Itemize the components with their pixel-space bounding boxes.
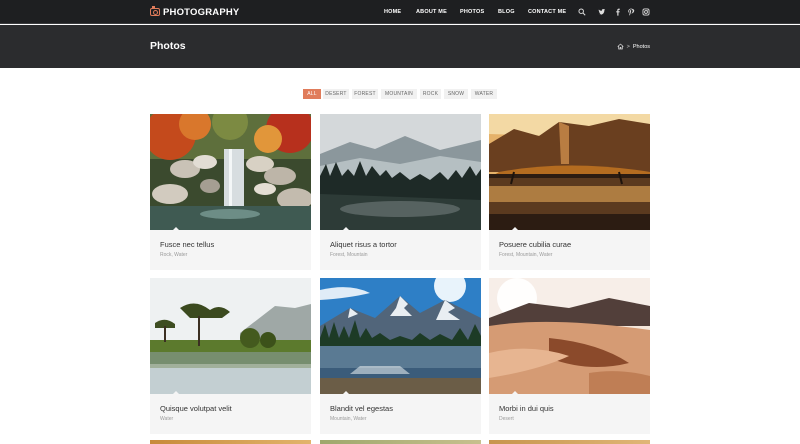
top-navbar: PHOTOGRAPHY HOME ABOUT ME PHOTOS BLOG CO… [0, 0, 800, 24]
category-filter-bar: ALL DESERT FOREST MOUNTAIN ROCK SNOW WAT… [0, 89, 800, 100]
gallery-card-partial[interactable] [150, 440, 311, 444]
breadcrumb-current: Photos [632, 43, 650, 50]
photo-rock-waterfall[interactable] [150, 114, 311, 230]
card-pointer [511, 227, 519, 231]
filter-mountain[interactable]: MOUNTAIN [381, 89, 417, 99]
card-title[interactable]: Fusce nec tellus [160, 240, 214, 249]
card-pointer [172, 227, 180, 231]
search-icon[interactable] [578, 8, 586, 16]
page-title: Photos [150, 40, 186, 52]
filter-desert[interactable]: DESERT [323, 89, 349, 99]
card-pointer [172, 391, 180, 395]
card-pointer [342, 227, 350, 231]
gallery-card[interactable]: Quisque volutpat velit Water [150, 278, 311, 434]
card-tags: Desert [499, 416, 514, 422]
gallery-card-partial[interactable] [320, 440, 481, 444]
twitter-icon[interactable] [598, 8, 606, 16]
instagram-icon[interactable] [642, 8, 650, 16]
card-pointer [511, 391, 519, 395]
filter-rock[interactable]: ROCK [420, 89, 441, 99]
card-tags: Water [160, 416, 174, 422]
photo-desert-dunes[interactable] [489, 278, 650, 394]
home-icon[interactable] [617, 43, 624, 50]
filter-forest[interactable]: FOREST [352, 89, 378, 99]
gallery-card[interactable]: Posuere cubilia curae Forest, Mountain, … [489, 114, 650, 270]
filter-water[interactable]: WATER [471, 89, 497, 99]
gallery-card[interactable]: Blandit vel egestas Mountain, Water [320, 278, 481, 434]
filter-all[interactable]: ALL [303, 89, 321, 99]
card-tags: Mountain, Water [330, 416, 367, 422]
card-tags: Rock, Water [160, 252, 188, 258]
card-title[interactable]: Blandit vel egestas [330, 404, 393, 413]
gallery-card[interactable]: Aliquet risus a tortor Forest, Mountain [320, 114, 481, 270]
brand-name: PHOTOGRAPHY [163, 6, 240, 18]
gallery-card-partial[interactable] [489, 440, 650, 444]
photo-misty-forest[interactable] [320, 114, 481, 230]
brand-logo[interactable]: PHOTOGRAPHY [150, 6, 239, 18]
card-pointer [342, 391, 350, 395]
nav-link-about-me[interactable]: ABOUT ME [416, 9, 447, 15]
card-title[interactable]: Quisque volutpat velit [160, 404, 232, 413]
page-header: Photos > Photos [0, 25, 800, 68]
breadcrumb-separator: > [626, 43, 630, 50]
photo-canyon-lake[interactable] [489, 114, 650, 230]
nav-link-home[interactable]: HOME [384, 9, 401, 15]
nav-link-photos[interactable]: PHOTOS [460, 9, 484, 15]
card-title[interactable]: Posuere cubilia curae [499, 240, 571, 249]
gallery-card[interactable]: Morbi in dui quis Desert [489, 278, 650, 434]
nav-link-blog[interactable]: BLOG [498, 9, 515, 15]
nav-link-contact-me[interactable]: CONTACT ME [528, 9, 566, 15]
card-title[interactable]: Aliquet risus a tortor [330, 240, 397, 249]
gallery-card[interactable]: Fusce nec tellus Rock, Water [150, 114, 311, 270]
breadcrumb: > Photos [617, 43, 650, 50]
facebook-icon[interactable] [614, 8, 622, 16]
pinterest-icon[interactable] [627, 8, 635, 16]
card-tags: Forest, Mountain, Water [499, 252, 553, 258]
card-tags: Forest, Mountain [330, 252, 368, 258]
photo-mountain-lake[interactable] [320, 278, 481, 394]
filter-snow[interactable]: SNOW [444, 89, 468, 99]
camera-icon [150, 6, 160, 16]
photo-savanna-lake[interactable] [150, 278, 311, 394]
card-title[interactable]: Morbi in dui quis [499, 404, 554, 413]
